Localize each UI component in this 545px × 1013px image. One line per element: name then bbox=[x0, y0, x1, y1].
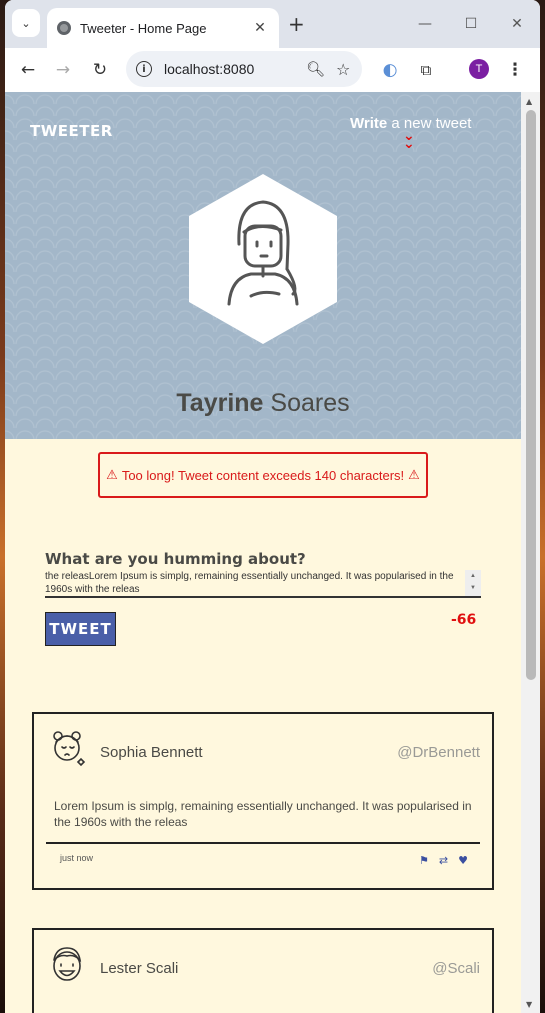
warning-icon: ⚠ bbox=[408, 467, 420, 482]
tweet-content: Lorem Ipsum is simplg, remaining essenti… bbox=[54, 799, 472, 829]
tweet-timestamp: just now bbox=[60, 853, 94, 863]
scroll-down-arrow[interactable]: ▼ bbox=[526, 1000, 532, 1009]
address-bar[interactable]: i localhost:8080 🔍︎ ☆ bbox=[126, 51, 362, 87]
user-name: Tayrine Soares bbox=[5, 389, 521, 418]
url-text: localhost:8080 bbox=[164, 61, 255, 77]
user-avatar bbox=[189, 174, 337, 344]
window-controls: — ☐ ✕ bbox=[402, 0, 540, 48]
forward-icon[interactable]: → bbox=[52, 59, 74, 81]
close-tab-icon[interactable]: ✕ bbox=[251, 20, 269, 36]
tweet-divider bbox=[46, 842, 480, 844]
user-first-name: Tayrine bbox=[176, 389, 264, 417]
heart-icon[interactable]: ♥ bbox=[458, 854, 468, 867]
write-label-bold: Write bbox=[350, 115, 388, 132]
menu-kebab-icon[interactable]: ⋮ bbox=[504, 59, 526, 81]
tweet-button[interactable]: TWEET bbox=[45, 612, 116, 646]
tweet-card: Lester Scali @Scali bbox=[32, 928, 494, 1013]
extension-icon[interactable]: ◐ bbox=[379, 59, 401, 81]
tweet-author-avatar bbox=[53, 731, 86, 767]
char-counter: -66 bbox=[451, 612, 477, 628]
tweet-actions: ⚑ ⇄ ♥ bbox=[419, 854, 468, 867]
site-logo[interactable]: TWEETER bbox=[30, 122, 113, 140]
retweet-icon[interactable]: ⇄ bbox=[439, 854, 448, 867]
tweet-author-name: Sophia Bennett bbox=[100, 744, 203, 761]
textarea-scroll-arrows[interactable]: ▲ ▼ bbox=[465, 570, 481, 596]
scroll-up-arrow[interactable]: ▲ bbox=[526, 97, 532, 106]
globe-icon bbox=[57, 21, 71, 35]
user-last-name: Soares bbox=[263, 389, 350, 417]
tweet-author-avatar bbox=[53, 947, 82, 981]
profile-header: TWEETER Write a new tweet ⌄ ⌄ Tayrine So… bbox=[5, 92, 521, 439]
double-chevron-down-icon[interactable]: ⌄ ⌄ bbox=[403, 129, 415, 151]
close-window-button[interactable]: ✕ bbox=[494, 0, 540, 48]
browser-window: ⌄ Tweeter - Home Page ✕ + — ☐ ✕ ← → ↻ i … bbox=[5, 0, 540, 1013]
page-viewport: TWEETER Write a new tweet ⌄ ⌄ Tayrine So… bbox=[5, 92, 521, 1013]
extensions-puzzle-icon[interactable]: ⧉ bbox=[415, 59, 437, 81]
tweet-textarea[interactable]: the releasLorem Ipsum is simplg, remaini… bbox=[45, 570, 481, 598]
back-icon[interactable]: ← bbox=[17, 59, 39, 81]
warning-icon: ⚠ bbox=[106, 467, 118, 482]
tab-search-button[interactable]: ⌄ bbox=[12, 9, 40, 37]
new-tab-button[interactable]: + bbox=[288, 12, 305, 36]
site-info-icon[interactable]: i bbox=[136, 61, 152, 77]
minimize-button[interactable]: — bbox=[402, 0, 448, 48]
page-scrollbar[interactable]: ▲ ▼ bbox=[521, 92, 540, 1013]
tweet-author-handle: @DrBennett bbox=[397, 744, 480, 761]
bookmark-star-icon[interactable]: ☆ bbox=[336, 60, 354, 79]
tweet-author-name: Lester Scali bbox=[100, 960, 179, 977]
maximize-button[interactable]: ☐ bbox=[448, 0, 494, 48]
zoom-icon[interactable]: 🔍︎ bbox=[306, 60, 325, 78]
browser-toolbar: ← → ↻ i localhost:8080 🔍︎ ☆ ◐ ⧉ T ⋮ bbox=[5, 48, 540, 92]
tab-title: Tweeter - Home Page bbox=[80, 20, 207, 36]
tweet-textarea-value: the releasLorem Ipsum is simplg, remaini… bbox=[45, 571, 454, 595]
flag-icon[interactable]: ⚑ bbox=[419, 854, 429, 867]
profile-avatar[interactable]: T bbox=[469, 59, 489, 79]
error-message: Too long! Tweet content exceeds 140 char… bbox=[121, 467, 405, 483]
compose-label: What are you humming about? bbox=[45, 550, 306, 568]
active-tab[interactable]: Tweeter - Home Page ✕ bbox=[47, 8, 279, 48]
tweet-card: Sophia Bennett @DrBennett Lorem Ipsum is… bbox=[32, 712, 494, 890]
reload-icon[interactable]: ↻ bbox=[89, 59, 111, 81]
write-label-rest: a new tweet bbox=[387, 115, 472, 132]
tab-strip: ⌄ Tweeter - Home Page ✕ + — ☐ ✕ bbox=[5, 0, 540, 48]
tweet-author-handle: @Scali bbox=[432, 960, 480, 977]
error-banner: ⚠ Too long! Tweet content exceeds 140 ch… bbox=[98, 452, 428, 498]
scrollbar-thumb[interactable] bbox=[526, 110, 536, 680]
